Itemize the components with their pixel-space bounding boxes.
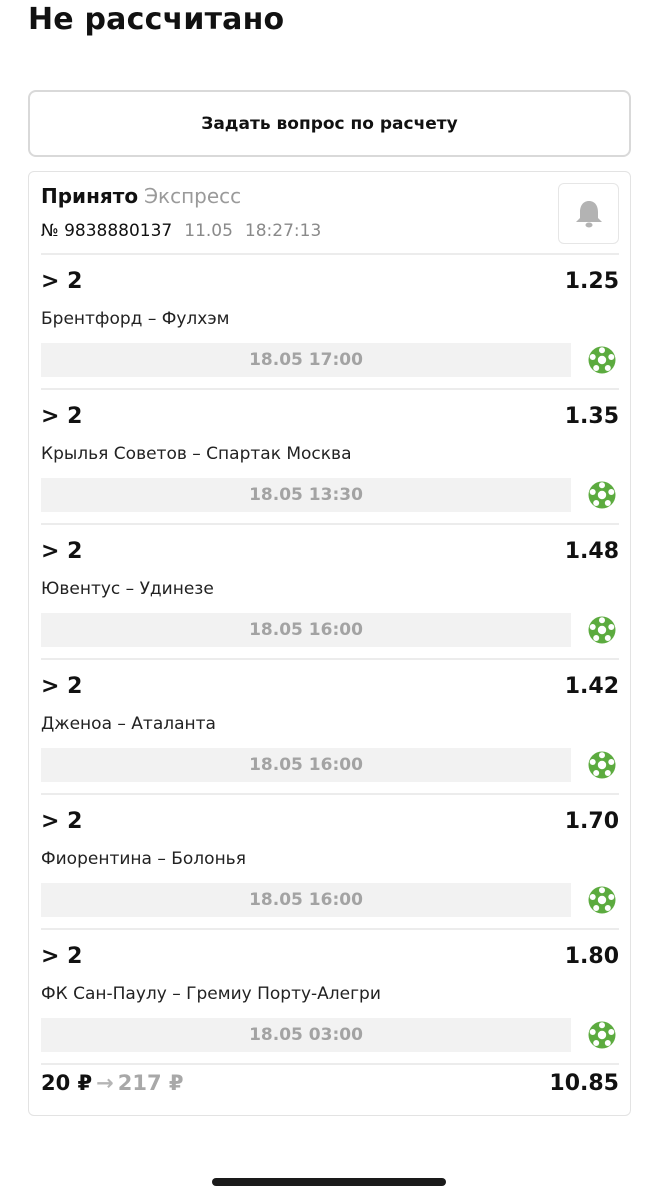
soccer-ball-icon bbox=[587, 885, 617, 915]
bet-type: Экспресс bbox=[144, 184, 242, 208]
soccer-ball-icon bbox=[587, 480, 617, 510]
bet-status: Принято bbox=[41, 184, 139, 208]
event-teams: Фиорентина – Болонья bbox=[41, 849, 246, 869]
bet-meta: № 9838880137 11.05 18:27:13 bbox=[41, 221, 321, 241]
bell-icon bbox=[575, 200, 602, 227]
event-outcome: > 2 bbox=[41, 404, 83, 429]
bet-number: № 9838880137 bbox=[41, 221, 173, 241]
bet-card: Принято Экспресс № 9838880137 11.05 18:27:1… bbox=[28, 171, 631, 1116]
event-datetime: 18.05 16:00 bbox=[41, 613, 571, 647]
event-teams: Крылья Советов – Спартак Москва bbox=[41, 444, 352, 464]
soccer-ball-icon bbox=[587, 750, 617, 780]
event-datetime: 18.05 17:00 bbox=[41, 343, 571, 377]
event-datetime: 18.05 16:00 bbox=[41, 883, 571, 917]
event-datetime: 18.05 16:00 bbox=[41, 748, 571, 782]
bet-header: Принято Экспресс № 9838880137 11.05 18:27:1… bbox=[41, 172, 619, 255]
event-odds: 1.35 bbox=[564, 404, 619, 429]
bet-time: 18:27:13 bbox=[244, 221, 322, 241]
event-outcome: > 2 bbox=[41, 674, 83, 699]
bet-date: 11.05 bbox=[184, 221, 233, 241]
event-odds: 1.25 bbox=[564, 269, 619, 294]
event-outcome: > 2 bbox=[41, 944, 83, 969]
status-line: Принято Экспресс bbox=[41, 184, 241, 208]
soccer-ball-icon bbox=[587, 345, 617, 375]
page-title: Не рассчитано bbox=[28, 2, 285, 37]
event-row[interactable]: > 2 1.70 Фиорентина – Болонья 18.05 16:00 bbox=[41, 795, 619, 930]
event-row[interactable]: > 2 1.48 Ювентус – Удинезе 18.05 16:00 bbox=[41, 525, 619, 660]
stake-amount: 20 ₽ bbox=[41, 1071, 93, 1095]
events-list: > 2 1.25 Брентфорд – Фулхэм 18.05 17:00 > 2 1… bbox=[41, 255, 619, 1065]
soccer-ball-icon bbox=[587, 615, 617, 645]
event-teams: Ювентус – Удинезе bbox=[41, 579, 214, 599]
event-row[interactable]: > 2 1.42 Дженоа – Аталанта 18.05 16:00 bbox=[41, 660, 619, 795]
event-odds: 1.70 bbox=[564, 809, 619, 834]
event-teams: Брентфорд – Фулхэм bbox=[41, 309, 230, 329]
notification-bell-button[interactable] bbox=[558, 183, 619, 244]
event-odds: 1.48 bbox=[564, 539, 619, 564]
event-odds: 1.42 bbox=[564, 674, 619, 699]
event-outcome: > 2 bbox=[41, 809, 83, 834]
arrow-right-icon: → bbox=[96, 1071, 114, 1095]
payout-amount: 217 ₽ bbox=[117, 1071, 184, 1095]
event-outcome: > 2 bbox=[41, 269, 83, 294]
bet-footer: 20 ₽ → 217 ₽ 10.85 bbox=[41, 1065, 619, 1115]
stake-line: 20 ₽ → 217 ₽ bbox=[41, 1071, 184, 1095]
event-datetime: 18.05 13:30 bbox=[41, 478, 571, 512]
event-row[interactable]: > 2 1.35 Крылья Советов – Спартак Москва 18… bbox=[41, 390, 619, 525]
total-odds: 10.85 bbox=[549, 1071, 619, 1096]
event-teams: Дженоа – Аталанта bbox=[41, 714, 216, 734]
ask-question-button[interactable]: Задать вопрос по расчету bbox=[28, 90, 631, 157]
soccer-ball-icon bbox=[587, 1020, 617, 1050]
home-indicator[interactable] bbox=[212, 1178, 446, 1186]
event-outcome: > 2 bbox=[41, 539, 83, 564]
event-odds: 1.80 bbox=[564, 944, 619, 969]
event-teams: ФК Сан-Паулу – Гремиу Порту-Алегри bbox=[41, 984, 381, 1004]
event-row[interactable]: > 2 1.80 ФК Сан-Паулу – Гремиу Порту-Алегр… bbox=[41, 930, 619, 1065]
event-datetime: 18.05 03:00 bbox=[41, 1018, 571, 1052]
event-row[interactable]: > 2 1.25 Брентфорд – Фулхэм 18.05 17:00 bbox=[41, 255, 619, 390]
